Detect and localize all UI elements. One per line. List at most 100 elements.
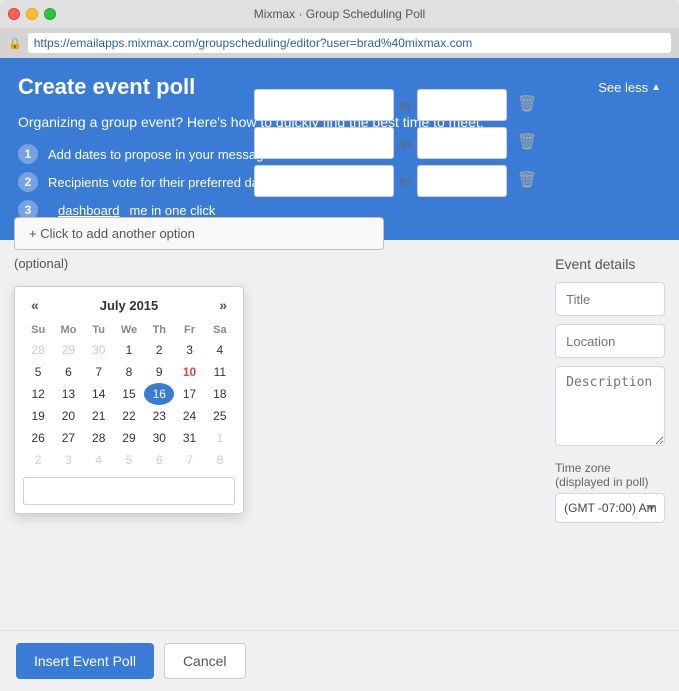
calendar-day[interactable]: 15 [114,383,144,405]
calendar-day[interactable]: 21 [84,405,114,427]
calendar-day[interactable]: 16 [144,383,174,405]
event-details-title: Event details [555,256,665,272]
calendar-day[interactable]: 30 [84,339,114,361]
calendar-day-headers: Su Mo Tu We Th Fr Sa [23,321,235,339]
calendar-day[interactable]: 8 [114,361,144,383]
calendar-day[interactable]: 1 [114,339,144,361]
description-input[interactable] [555,366,665,446]
date-row-2: to 🗑 [254,127,541,159]
calendar-day[interactable]: 17 [174,383,204,405]
day-header-we: We [114,321,144,339]
calendar-grid: Su Mo Tu We Th Fr Sa 2829301234567891011… [23,321,235,471]
calendar-day[interactable]: 2 [144,339,174,361]
url-bar[interactable]: https://emailapps.mixmax.com/groupschedu… [28,33,671,53]
delete-row-3-button[interactable]: 🗑 [513,171,541,191]
calendar-day[interactable]: 7 [174,449,204,471]
timezone-label: Time zone (displayed in poll) [555,461,665,489]
calendar-day[interactable]: 28 [84,427,114,449]
close-button[interactable] [8,8,20,20]
add-option-wrapper: + Click to add another option [14,207,541,250]
calendar-day[interactable]: 18 [205,383,235,405]
calendar-day[interactable]: 1 [205,427,235,449]
calendar-week: 2345678 [23,449,235,471]
calendar-day[interactable]: 28 [23,339,53,361]
calendar-day[interactable]: 9 [144,361,174,383]
time-input-1[interactable] [417,89,507,121]
date-input-2[interactable] [254,127,394,159]
step-2-num: 2 [18,172,38,192]
insert-event-poll-button[interactable]: Insert Event Poll [16,643,154,679]
calendar-day[interactable]: 29 [53,339,83,361]
date-row-1: to 🗑 [254,89,541,121]
calendar-day[interactable]: 14 [84,383,114,405]
cancel-button[interactable]: Cancel [164,643,246,679]
timezone-select[interactable]: (GMT -07:00) America/Los_Angeles [555,493,665,523]
day-header-fr: Fr [174,321,204,339]
calendar-day[interactable]: 20 [53,405,83,427]
calendar-day[interactable]: 27 [53,427,83,449]
delete-row-1-button[interactable]: 🗑 [513,95,541,115]
calendar-day[interactable]: 19 [23,405,53,427]
prev-month-button[interactable]: « [25,295,45,315]
body-section: (optional) « July 2015 » Su Mo Tu We [0,240,679,630]
window-title: Mixmax · Group Scheduling Poll [254,7,425,21]
address-bar: 🔒 https://emailapps.mixmax.com/groupsche… [0,28,679,58]
maximize-button[interactable] [44,8,56,20]
calendar-day[interactable]: 3 [53,449,83,471]
calendar-day[interactable]: 13 [53,383,83,405]
date-input-3[interactable] [254,165,394,197]
page-title: Create event poll [18,74,195,100]
title-bar: Mixmax · Group Scheduling Poll [0,0,679,28]
date-rows: to 🗑 to 🗑 to 🗑 [254,89,541,197]
to-label-1: to [400,98,411,113]
day-header-tu: Tu [84,321,114,339]
next-month-button[interactable]: » [213,295,233,315]
calendar-day[interactable]: 3 [174,339,204,361]
add-option-button[interactable]: + Click to add another option [14,217,384,250]
calendar-day[interactable]: 8 [205,449,235,471]
calendar-day[interactable]: 31 [174,427,204,449]
calendar-week: 12131415161718 [23,383,235,405]
minimize-button[interactable] [26,8,38,20]
calendar-week: 2829301234 [23,339,235,361]
calendar-day[interactable]: 24 [174,405,204,427]
calendar-day[interactable]: 4 [84,449,114,471]
day-header-sa: Sa [205,321,235,339]
calendar-day[interactable]: 10 [174,361,204,383]
calendar-day[interactable]: 22 [114,405,144,427]
calendar-day[interactable]: 6 [53,361,83,383]
calendar-day[interactable]: 11 [205,361,235,383]
date-input-1[interactable] [254,89,394,121]
calendar-month-year: July 2015 [100,298,159,313]
calendar-text-input[interactable] [23,477,235,505]
calendar-week: 567891011 [23,361,235,383]
see-less-label: See less [598,80,648,95]
main-content: Create event poll See less ▲ Organizing … [0,58,679,691]
calendar-day[interactable]: 4 [205,339,235,361]
chevron-up-icon: ▲ [651,82,661,93]
traffic-lights [8,8,56,20]
calendar-day[interactable]: 30 [144,427,174,449]
day-header-su: Su [23,321,53,339]
calendar-day[interactable]: 5 [114,449,144,471]
calendar-day[interactable]: 7 [84,361,114,383]
footer: Insert Event Poll Cancel [0,630,679,691]
calendar-day[interactable]: 23 [144,405,174,427]
optional-label: (optional) [14,256,541,271]
see-less-link[interactable]: See less ▲ [598,80,661,95]
calendar-header: « July 2015 » [23,295,235,315]
time-input-3[interactable] [417,165,507,197]
location-input[interactable] [555,324,665,358]
calendar-day[interactable]: 5 [23,361,53,383]
to-label-3: to [400,174,411,189]
calendar-day[interactable]: 29 [114,427,144,449]
time-input-2[interactable] [417,127,507,159]
calendar-day[interactable]: 25 [205,405,235,427]
calendar-week: 2627282930311 [23,427,235,449]
calendar-day[interactable]: 2 [23,449,53,471]
delete-row-2-button[interactable]: 🗑 [513,133,541,153]
title-input[interactable] [555,282,665,316]
calendar-day[interactable]: 26 [23,427,53,449]
calendar-day[interactable]: 12 [23,383,53,405]
calendar-day[interactable]: 6 [144,449,174,471]
